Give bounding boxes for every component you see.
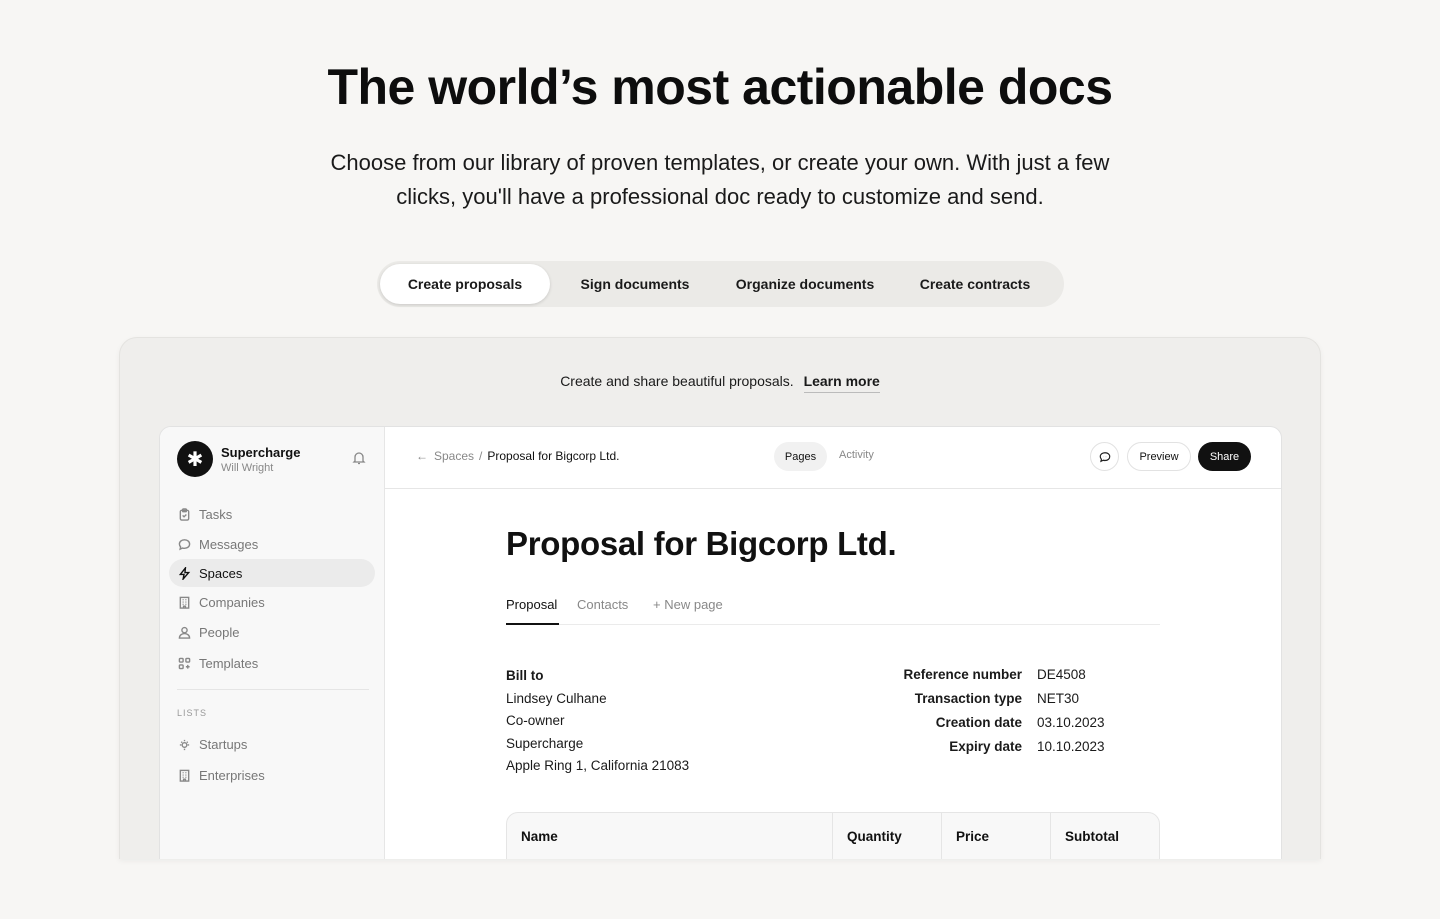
sidebar-divider [177,689,369,690]
bolt-icon [178,566,191,580]
pages-toggle[interactable]: Pages [774,442,827,471]
building-icon [179,769,190,782]
people-icon [178,626,191,639]
meta-row: Reference number DE4508 [860,665,1160,689]
bill-to-block: Bill to Lindsey Culhane Co-owner Superch… [506,665,689,778]
app-window: ✱ Supercharge Will Wright Tasks Messages… [159,426,1282,859]
doc-tab-proposal[interactable]: Proposal [506,597,557,612]
workspace-name: Supercharge [221,444,301,460]
feature-tabs: Create proposals Sign documents Organize… [377,261,1064,307]
meta-value: NET30 [1037,691,1080,706]
tab-organize-documents[interactable]: Organize documents [720,264,890,304]
meta-row: Expiry date 10.10.2023 [860,737,1160,761]
new-page-label: New page [664,597,723,612]
bill-to-heading: Bill to [506,668,544,683]
sidebar-item-label: Templates [199,655,259,671]
share-button[interactable]: Share [1198,442,1251,471]
document-tabs: Proposal Contacts + New page [506,595,1160,625]
bill-to-line: Apple Ring 1, California 21083 [506,758,690,773]
sidebar-item-label: Messages [199,536,259,552]
document-meta: Reference number DE4508 Transaction type… [860,665,1160,761]
tab-sign-documents[interactable]: Sign documents [550,264,720,304]
sidebar-item-spaces[interactable]: Spaces [169,559,375,587]
showcase-caption: Create and share beautiful proposals. Le… [120,373,1320,393]
meta-key: Expiry date [949,739,1022,754]
hero-title: The world’s most actionable docs [327,59,1113,115]
meta-row: Transaction type NET30 [860,689,1160,713]
sidebar-list-enterprises[interactable]: Enterprises [169,761,375,789]
tab-create-contracts[interactable]: Create contracts [890,264,1060,304]
meta-key: Reference number [903,667,1022,682]
meta-key: Creation date [935,715,1022,730]
sidebar-item-people[interactable]: People [169,618,375,646]
meta-value: 10.10.2023 [1037,739,1105,754]
column-header-subtotal[interactable]: Subtotal [1051,813,1159,859]
sidebar-item-companies[interactable]: Companies [169,588,375,616]
breadcrumb-separator: / [479,449,483,463]
line-items-table: Name Quantity Price Subtotal [506,812,1160,859]
meta-value: DE4508 [1037,667,1086,682]
workspace-logo-icon: ✱ [177,441,213,477]
breadcrumb-current: Proposal for Bigcorp Ltd. [487,449,620,463]
chat-icon [178,538,191,550]
column-header-name[interactable]: Name [507,813,833,859]
bill-to-line: Supercharge [506,735,584,751]
lists-section-label: LISTS [177,708,208,718]
product-showcase: Create and share beautiful proposals. Le… [119,337,1321,859]
top-bar: ← Spaces / Proposal for Bigcorp Ltd. Pag… [385,427,1281,489]
bill-to-line: Co-owner [506,713,565,728]
caption-text: Create and share beautiful proposals. [560,373,794,389]
sidebar: ✱ Supercharge Will Wright Tasks Messages… [160,427,385,859]
sidebar-list-startups[interactable]: Startups [169,730,375,758]
clipboard-icon [179,507,190,521]
sidebar-item-label: Spaces [199,565,243,581]
meta-row: Creation date 03.10.2023 [860,713,1160,737]
breadcrumb: ← Spaces / Proposal for Bigcorp Ltd. [416,449,619,463]
document-title: Proposal for Bigcorp Ltd. [506,525,897,562]
activity-toggle[interactable]: Activity [839,449,874,461]
doc-tab-new-page[interactable]: + New page [653,597,723,612]
breadcrumb-spaces[interactable]: Spaces [434,449,474,463]
sidebar-item-label: Companies [199,594,265,610]
sidebar-item-label: Enterprises [199,767,265,783]
plus-icon: + [653,597,665,612]
column-header-price[interactable]: Price [942,813,1051,859]
comment-button[interactable] [1090,442,1119,471]
meta-key: Transaction type [914,691,1022,706]
tab-create-proposals[interactable]: Create proposals [380,264,550,304]
active-tab-underline [506,623,559,625]
comment-icon [1099,451,1110,462]
hero-subtitle: Choose from our library of proven templa… [330,150,1110,209]
building-icon [179,596,190,609]
bill-to-line: Lindsey Culhane [506,690,607,706]
workspace-switcher[interactable]: ✱ Supercharge Will Wright [177,441,300,477]
grid-icon [178,657,191,669]
sidebar-item-tasks[interactable]: Tasks [169,500,375,528]
user-name: Will Wright [221,461,274,474]
learn-more-link[interactable]: Learn more [803,373,880,393]
bell-icon[interactable] [352,451,366,465]
sidebar-item-label: People [199,624,240,640]
meta-value: 03.10.2023 [1037,715,1105,730]
sidebar-item-label: Startups [199,736,248,752]
sidebar-item-messages[interactable]: Messages [169,530,375,558]
doc-tab-contacts[interactable]: Contacts [577,597,628,612]
back-arrow-icon[interactable]: ← [416,449,428,463]
sidebar-item-templates[interactable]: Templates [169,649,375,677]
sidebar-item-label: Tasks [199,506,233,522]
column-header-quantity[interactable]: Quantity [833,813,942,859]
preview-button[interactable]: Preview [1127,442,1191,471]
sun-icon [179,739,190,750]
